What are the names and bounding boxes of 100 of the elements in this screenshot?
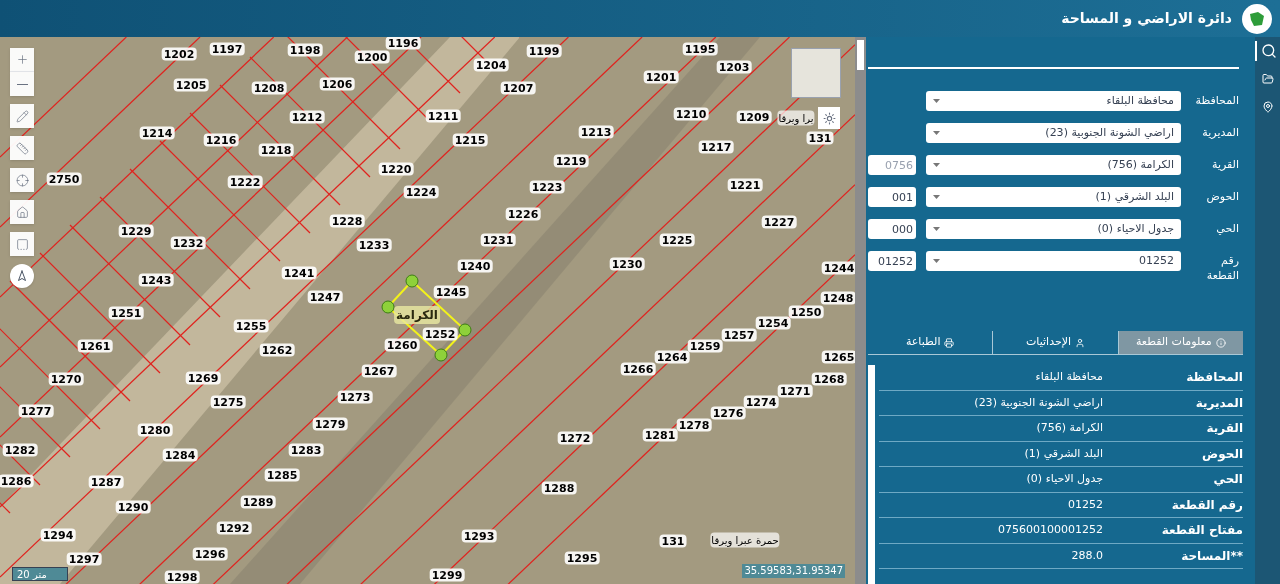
parcel-number: 1224: [403, 185, 439, 199]
info-value: 01252: [1068, 496, 1103, 513]
parcel-number: 1260: [384, 338, 420, 352]
parcel-number: 1221: [727, 178, 763, 192]
parcel-number: 1225: [659, 233, 695, 247]
parcel-number: 1210: [673, 107, 709, 121]
parcel-number: 1203: [716, 60, 752, 74]
parcel-number: 1223: [529, 180, 565, 194]
parcel-number: 131: [806, 131, 834, 145]
parcel-number: 1204: [473, 58, 509, 72]
parcel-number: 1254: [755, 316, 791, 330]
parcel-number: 1198: [287, 43, 323, 57]
parcel-number: 1287: [88, 475, 124, 489]
info-label: **المساحة: [1180, 547, 1243, 565]
parcel-number: 1229: [118, 224, 154, 238]
parcel-number: 1288: [541, 481, 577, 495]
parcel-number: 1259: [687, 339, 723, 353]
parcel-number: 1226: [505, 207, 541, 221]
parcel-number: 1240: [457, 259, 493, 273]
code-field[interactable]: 01252: [868, 251, 916, 271]
parcel-number: 1282: [2, 443, 38, 457]
parcel-number: 1201: [643, 70, 679, 84]
parcel-number: 1209: [736, 110, 772, 124]
parcel-number: 1289: [240, 495, 276, 509]
parcel-number: 1216: [203, 133, 239, 147]
info-label: مفتاح القطعة: [1160, 522, 1243, 540]
parcel-number: 1293: [461, 529, 497, 543]
parcel-number: 1218: [258, 143, 294, 157]
parcel-number: 1262: [259, 343, 295, 357]
panel-tab[interactable]: الإحداثيات: [992, 331, 1118, 354]
info-label: المحافظة: [1185, 369, 1243, 387]
parcel-number: 1255: [233, 319, 269, 333]
parcel-number: 1252: [422, 327, 458, 341]
parcel-number: 131: [659, 534, 687, 548]
scale-bar: 20 متر: [12, 567, 68, 581]
parcel-number: 1200: [354, 50, 390, 64]
parcel-number: 1290: [115, 500, 151, 514]
parcel-number: 1294: [40, 528, 76, 542]
parcel-number: 1199: [526, 44, 562, 58]
parcel-number: 1230: [609, 257, 645, 271]
parcel-number: 1261: [77, 339, 113, 353]
parcel-number: 1215: [452, 133, 488, 147]
parcel-number: 1283: [288, 443, 324, 457]
parcel-number: 1247: [307, 290, 343, 304]
parcel-number: 1213: [578, 125, 614, 139]
field-label: القرية: [1211, 157, 1239, 172]
parcel-number: 1269: [185, 371, 221, 385]
parcel-number: 1296: [192, 547, 228, 561]
parcel-number: 1251: [108, 306, 144, 320]
parcel-number: 1278: [676, 418, 712, 432]
info-value: 288.0: [1071, 547, 1103, 564]
parcel-number: 1214: [139, 126, 175, 140]
info-label: القرية: [1205, 420, 1243, 438]
parcel-number: 1207: [500, 81, 536, 95]
parcel-number: 1197: [209, 42, 245, 56]
parcel-number: 1277: [18, 404, 54, 418]
dropdown-field[interactable]: الكرامة (756): [926, 155, 1181, 175]
field-label: المديرية: [1201, 125, 1239, 140]
parcel-number: 1217: [698, 140, 734, 154]
info-label: المديرية: [1194, 394, 1243, 412]
panel-tab[interactable]: الطباعة: [868, 331, 993, 354]
dropdown-field[interactable]: اراضي الشونة الجنوبية (23): [926, 123, 1181, 143]
parcel-number: 1285: [264, 468, 300, 482]
parcel-number: 1206: [319, 77, 355, 91]
info-value: الكرامة (756): [1036, 420, 1103, 436]
dropdown-field[interactable]: جدول الاحياء (0): [926, 219, 1181, 239]
parcel-number: 1196: [385, 37, 421, 50]
parcel-number: 1298: [164, 570, 200, 584]
parcel-number: 1245: [433, 285, 469, 299]
code-field[interactable]: 001: [868, 187, 916, 207]
parcel-number: 1195: [682, 42, 718, 56]
info-value: اراضي الشونة الجنوبية (23): [974, 394, 1103, 411]
dropdown-field[interactable]: البلد الشرقي (1): [926, 187, 1181, 207]
parcel-number: 1286: [0, 474, 34, 488]
field-label: المحافظة: [1194, 93, 1239, 108]
info-label: الحي: [1212, 471, 1243, 489]
parcel-number: 1222: [227, 175, 263, 189]
parcel-number: 1264: [654, 350, 690, 364]
parcel-number: 1270: [48, 372, 84, 386]
parcel-number: 1299: [429, 568, 465, 582]
info-label: رقم القطعة: [1170, 496, 1243, 514]
parcel-number: 1257: [721, 328, 757, 342]
parcel-number: 1274: [743, 395, 779, 409]
field-label: رقم القطعة: [1205, 253, 1239, 283]
parcel-number: 2750: [46, 172, 82, 186]
parcel-number: 1250: [788, 305, 824, 319]
parcel-number: 1244: [821, 261, 855, 275]
parcel-number: 1208: [251, 81, 287, 95]
parcel-number: 1280: [137, 423, 173, 437]
parcel-number: 1220: [378, 162, 414, 176]
parcel-number: 1205: [173, 78, 209, 92]
parcel-number: 1211: [425, 109, 461, 123]
dropdown-field[interactable]: محافظة البلقاء: [926, 91, 1181, 111]
parcel-number: 1243: [138, 273, 174, 287]
place-name: يرا ويرقا: [777, 110, 815, 126]
dropdown-field[interactable]: 01252: [926, 251, 1181, 271]
parcel-number: 1276: [710, 406, 746, 420]
code-field[interactable]: 000: [868, 219, 916, 239]
parcel-number: 1266: [620, 362, 656, 376]
parcel-number: 1233: [356, 238, 392, 252]
